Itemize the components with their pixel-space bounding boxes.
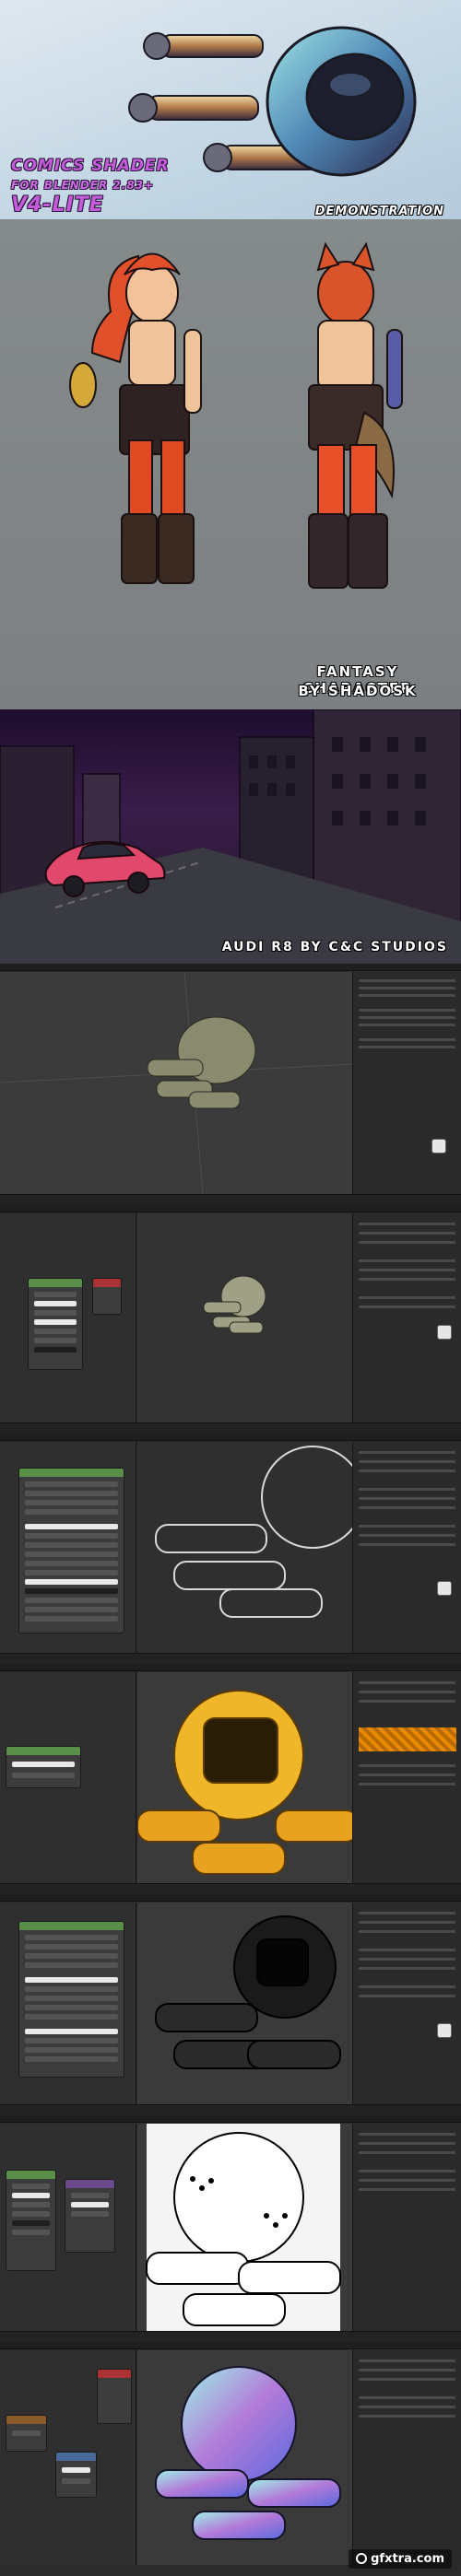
output-node[interactable]	[97, 2369, 132, 2424]
timeline-bar[interactable]	[0, 1194, 461, 1205]
robot-viewport-render	[146, 2124, 341, 2331]
blender-screenshot-1	[0, 964, 461, 1205]
render-icon[interactable]	[437, 1581, 452, 1596]
properties-panel[interactable]	[352, 2124, 461, 2331]
blender-screenshot-5	[0, 1894, 461, 2115]
render-icon[interactable]	[431, 1139, 446, 1153]
blender-header-bar	[0, 1894, 461, 1902]
3d-viewport[interactable]	[137, 1903, 352, 2104]
shader-node[interactable]	[6, 2170, 56, 2271]
city-car-render	[0, 709, 461, 964]
background-node[interactable]	[6, 1746, 81, 1788]
3d-viewport[interactable]	[0, 971, 353, 1195]
node-editor[interactable]	[0, 2124, 136, 2331]
properties-panel[interactable]	[352, 2350, 461, 2565]
blender-screenshot-2	[0, 1205, 461, 1434]
blender-header-bar	[0, 1434, 461, 1441]
3d-viewport[interactable]	[137, 1213, 352, 1423]
properties-panel[interactable]	[352, 1442, 461, 1653]
texture-node[interactable]	[6, 2415, 47, 2452]
blender-header-bar	[0, 1205, 461, 1212]
timeline-bar[interactable]	[0, 1423, 461, 1434]
properties-panel[interactable]	[352, 1903, 461, 2104]
timeline-bar[interactable]	[0, 1883, 461, 1894]
blender-screenshot-7: gfxtra.com	[0, 2342, 461, 2576]
car-showcase: AUDI R8 BY C&C STUDIOS	[0, 709, 461, 964]
robot-viewport-render	[0, 971, 353, 1195]
watermark-badge: gfxtra.com	[349, 2549, 452, 2569]
car-caption: AUDI R8 BY C&C STUDIOS	[221, 940, 448, 954]
timeline-bar[interactable]	[0, 1653, 461, 1664]
output-node[interactable]	[92, 1278, 122, 1315]
node-editor[interactable]	[0, 2350, 136, 2565]
render-icon[interactable]	[437, 1325, 452, 1340]
blender-header-bar	[0, 2115, 461, 2123]
blender-screenshot-3	[0, 1434, 461, 1664]
node-editor[interactable]	[0, 1672, 136, 1883]
properties-panel[interactable]	[352, 1672, 461, 1883]
blender-header-bar	[0, 2342, 461, 2349]
color-ramp-node[interactable]	[55, 2452, 97, 2498]
robot-viewport-render	[155, 1446, 364, 1618]
demonstration-label: DEMONSTRATION	[314, 205, 444, 218]
robot-viewport-render	[136, 1690, 360, 1875]
watermark-logo-icon	[356, 2553, 368, 2564]
timeline-bar[interactable]	[0, 2104, 461, 2115]
comics-shader-node[interactable]	[18, 1921, 124, 2078]
shader-node[interactable]	[28, 1278, 83, 1370]
properties-panel[interactable]	[352, 1213, 461, 1423]
node-editor[interactable]	[0, 1213, 136, 1423]
comics-shader-node[interactable]	[18, 1468, 124, 1633]
robot-viewport-render	[155, 2366, 341, 2540]
hero-banner: COMICS SHADER FOR BLENDER 2.83+ V4-LITE …	[0, 0, 461, 219]
product-title: COMICS SHADER	[11, 157, 170, 175]
robot-viewport-render	[203, 1275, 266, 1334]
character-caption-author: BY SHADOSK	[298, 683, 418, 699]
properties-panel[interactable]	[352, 972, 461, 1194]
node-editor[interactable]	[0, 1903, 136, 2104]
blender-header-bar	[0, 964, 461, 971]
timeline-bar[interactable]	[0, 2331, 461, 2342]
watermark-text: gfxtra.com	[371, 2552, 444, 2566]
3d-viewport[interactable]	[136, 1672, 360, 1883]
3d-viewport[interactable]	[137, 1442, 364, 1653]
product-subtitle: FOR BLENDER 2.83+	[11, 179, 155, 192]
node-editor[interactable]	[0, 1442, 136, 1653]
product-version: V4-LITE	[11, 193, 104, 217]
character-showcase: FANTASY CHARACTER BY SHADOSK	[0, 219, 461, 709]
3d-viewport[interactable]	[137, 2124, 352, 2331]
3d-viewport[interactable]	[137, 2350, 352, 2565]
character-render	[69, 241, 403, 589]
blender-screenshot-4	[0, 1664, 461, 1894]
mix-node[interactable]	[65, 2179, 115, 2253]
blender-header-bar	[0, 1664, 461, 1671]
render-icon[interactable]	[437, 2023, 452, 2038]
robot-viewport-render	[155, 1915, 341, 2069]
blender-screenshot-6	[0, 2115, 461, 2342]
